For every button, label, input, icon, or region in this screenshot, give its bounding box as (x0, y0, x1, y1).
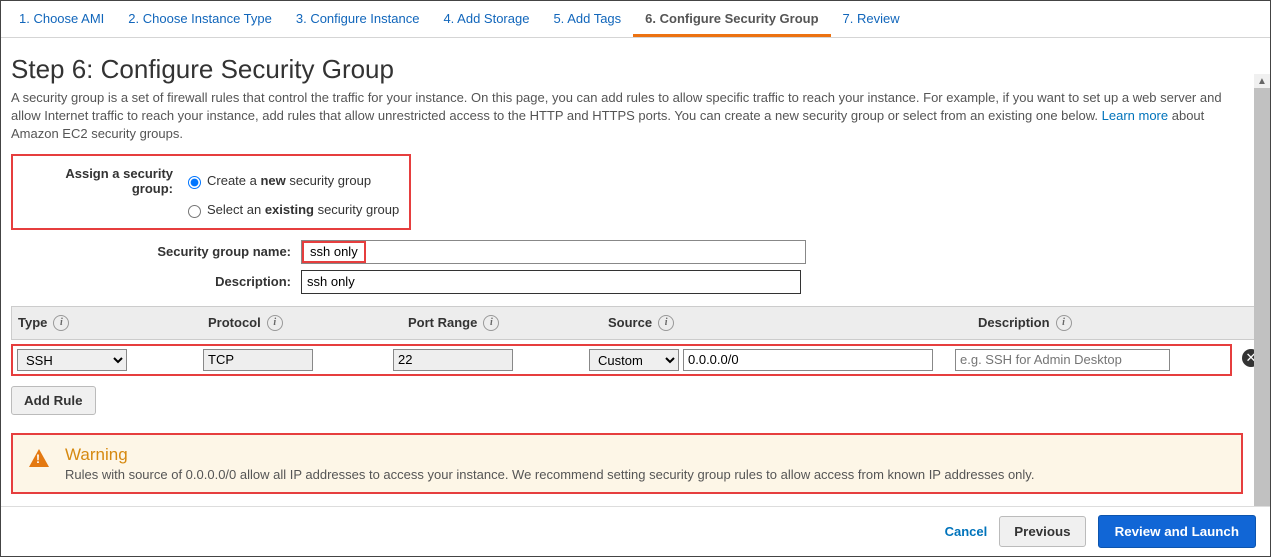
desc-text-pre: A security group is a set of firewall ru… (11, 90, 1222, 123)
info-icon[interactable]: i (53, 315, 69, 331)
page-title: Step 6: Configure Security Group (11, 54, 1260, 85)
assign-label: Assign a security group: (23, 166, 183, 196)
info-icon[interactable]: i (483, 315, 499, 331)
col-source: Source (608, 315, 652, 330)
warning-box: Warning Rules with source of 0.0.0.0/0 a… (11, 433, 1243, 494)
col-description: Description (978, 315, 1050, 330)
info-icon[interactable]: i (1056, 315, 1072, 331)
tab-review[interactable]: 7. Review (831, 1, 912, 37)
scroll-up-icon[interactable]: ▲ (1254, 74, 1270, 88)
cancel-button[interactable]: Cancel (945, 524, 988, 539)
scrollbar[interactable]: ▲ ▼ (1254, 74, 1270, 518)
rule-source-mode-select[interactable]: Custom (589, 349, 679, 371)
rule-description-input[interactable] (955, 349, 1170, 371)
rule-type-select[interactable]: SSH (17, 349, 127, 371)
rules-header: Typei Protocoli Port Rangei Sourcei Desc… (11, 306, 1260, 340)
assign-security-group-block: Assign a security group: Create a new se… (11, 154, 411, 230)
sg-desc-input[interactable] (301, 270, 801, 294)
wizard-tabs: 1. Choose AMI 2. Choose Instance Type 3.… (1, 1, 1270, 38)
sg-name-label: Security group name: (11, 244, 301, 259)
page-description: A security group is a set of firewall ru… (11, 89, 1260, 144)
sg-name-highlight (302, 241, 366, 263)
rule-protocol-input (203, 349, 313, 371)
tab-choose-ami[interactable]: 1. Choose AMI (7, 1, 116, 37)
info-icon[interactable]: i (658, 315, 674, 331)
rule-source-input[interactable] (683, 349, 933, 371)
sg-name-input[interactable] (308, 243, 360, 260)
col-protocol: Protocol (208, 315, 261, 330)
tab-add-storage[interactable]: 4. Add Storage (431, 1, 541, 37)
tab-configure-instance[interactable]: 3. Configure Instance (284, 1, 432, 37)
warning-text: Rules with source of 0.0.0.0/0 allow all… (65, 467, 1034, 482)
learn-more-link[interactable]: Learn more (1102, 108, 1168, 123)
scroll-thumb[interactable] (1254, 88, 1270, 508)
rule-port-input (393, 349, 513, 371)
warning-icon (29, 449, 49, 467)
main-content: Step 6: Configure Security Group A secur… (1, 38, 1270, 518)
sg-desc-label: Description: (11, 274, 301, 289)
radio-select-existing-label: Select an existing security group (207, 202, 399, 217)
warning-title: Warning (65, 445, 1034, 465)
review-and-launch-button[interactable]: Review and Launch (1098, 515, 1256, 548)
col-type: Type (18, 315, 47, 330)
wizard-footer: Cancel Previous Review and Launch (1, 506, 1270, 556)
radio-create-new-label: Create a new security group (207, 173, 371, 188)
rule-row: SSH Custom (11, 344, 1232, 376)
tab-add-tags[interactable]: 5. Add Tags (541, 1, 633, 37)
radio-select-existing[interactable] (188, 205, 201, 218)
tab-instance-type[interactable]: 2. Choose Instance Type (116, 1, 284, 37)
info-icon[interactable]: i (267, 315, 283, 331)
radio-create-new[interactable] (188, 176, 201, 189)
tab-configure-security-group[interactable]: 6. Configure Security Group (633, 1, 830, 37)
add-rule-button[interactable]: Add Rule (11, 386, 96, 415)
rules-table: Typei Protocoli Port Rangei Sourcei Desc… (11, 306, 1260, 376)
col-port: Port Range (408, 315, 477, 330)
previous-button[interactable]: Previous (999, 516, 1085, 547)
